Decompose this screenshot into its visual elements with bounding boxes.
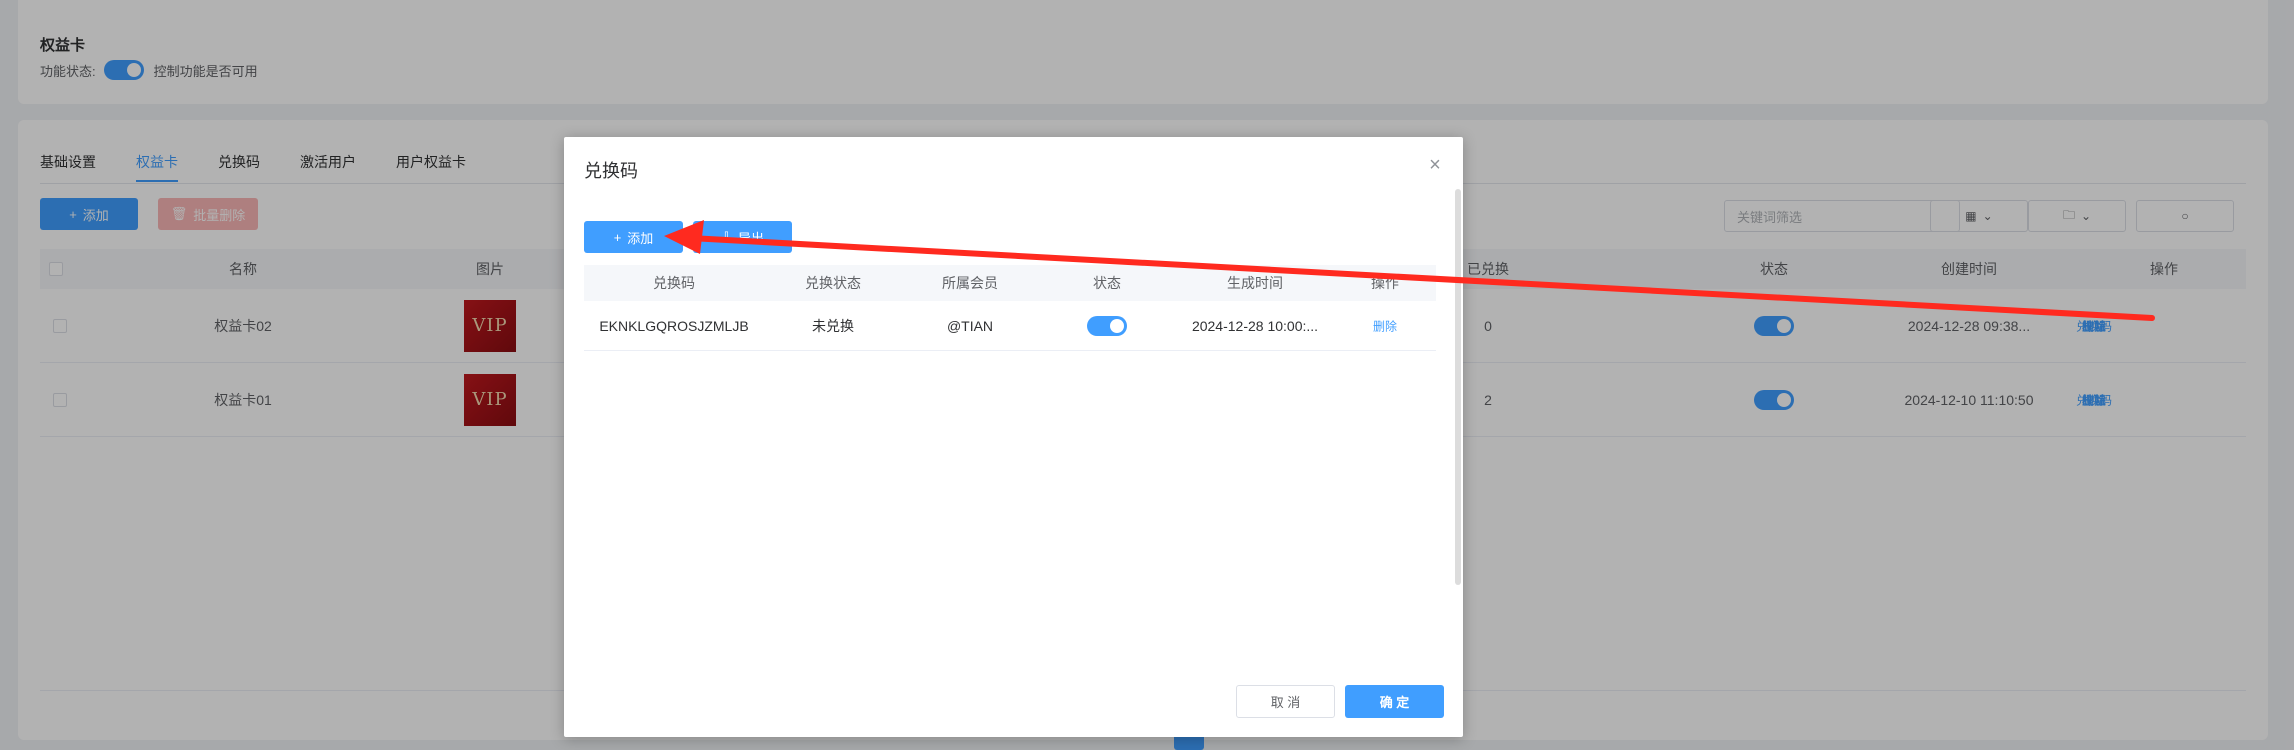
row-delete-link[interactable]: 删除 (1373, 317, 1397, 334)
row-member: @TIAN (946, 317, 994, 334)
row-status-switch[interactable] (1087, 315, 1127, 336)
dialog-export-label: 导出 (737, 230, 764, 246)
confirm-button[interactable]: 确 定 (1345, 685, 1444, 718)
dialog-table-header: 兑换码 兑换状态 所属会员 状态 生成时间 操作 (584, 265, 1436, 301)
col-code: 兑换码 (653, 275, 695, 291)
col-redeem-status: 兑换状态 (805, 275, 861, 291)
col-ops: 操作 (1371, 275, 1399, 291)
col-member: 所属会员 (942, 275, 998, 291)
cancel-button[interactable]: 取 消 (1236, 685, 1335, 718)
dialog-add-button[interactable]: + 添加 (584, 221, 683, 253)
table-row: EKNKLGQROSJZMLJB 未兑换 @TIAN 2024-12-28 10… (584, 301, 1436, 351)
row-code: EKNKLGQROSJZMLJB (599, 317, 749, 334)
download-icon: ⇩ (721, 229, 732, 244)
row-generated-time: 2024-12-28 10:00:... (1191, 317, 1319, 334)
dialog-title: 兑换码 (584, 161, 638, 181)
redeem-code-dialog: 兑换码 × + 添加 ⇩ 导出 兑换码 兑换状态 所属会员 状态 生成时间 操作… (564, 137, 1463, 737)
plus-icon: + (613, 229, 622, 245)
row-redeem-status: 未兑换 (812, 317, 854, 334)
col-status: 状态 (1093, 275, 1121, 291)
col-generated-time: 生成时间 (1227, 275, 1283, 291)
dialog-export-button[interactable]: ⇩ 导出 (693, 221, 792, 253)
close-icon[interactable]: × (1425, 155, 1445, 175)
dialog-add-label: 添加 (627, 230, 654, 246)
dialog-scrollbar[interactable] (1455, 189, 1461, 585)
